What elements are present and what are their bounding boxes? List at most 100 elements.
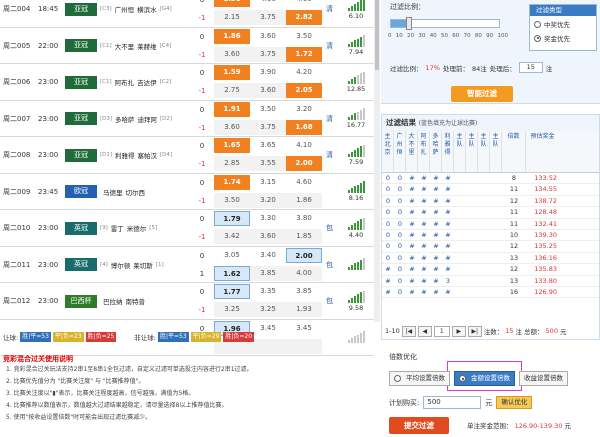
odds-cell[interactable]: 3.85 xyxy=(286,284,322,299)
odds-cell[interactable]: 1.68 xyxy=(286,119,322,135)
odds-cell[interactable]: 3.05 xyxy=(214,248,250,263)
odds-cell[interactable]: 2.00 xyxy=(286,247,322,263)
league-badge[interactable]: 亚冠 xyxy=(65,39,97,52)
odds-cell[interactable]: 1.86 xyxy=(286,192,322,208)
league-badge[interactable]: 英冠 xyxy=(65,258,97,271)
away-team[interactable]: 吉达伊 xyxy=(137,77,157,87)
prev-page-button[interactable]: ◀ xyxy=(417,325,432,337)
odds-cell[interactable]: 3.40 xyxy=(250,248,286,263)
odds-cell[interactable]: 3.75 xyxy=(250,46,286,62)
radio-selected-icon[interactable] xyxy=(534,34,541,42)
odds-cell[interactable]: 3.65 xyxy=(250,138,286,153)
after-count-input[interactable]: 15 xyxy=(518,62,543,73)
odds-cell[interactable]: 3.25 xyxy=(250,302,286,317)
type-option-bonus[interactable]: 奖金优先 xyxy=(530,32,596,44)
odds-cell[interactable]: 3.20 xyxy=(286,102,322,117)
pick-mark[interactable]: 包 xyxy=(326,247,336,283)
result-column-header[interactable]: 广州恒 xyxy=(394,131,406,172)
pick-mark[interactable]: 包 xyxy=(326,283,336,319)
odds-cell[interactable]: 2.00 xyxy=(286,156,322,171)
odds-cell[interactable]: 3.15 xyxy=(250,175,286,190)
odds-cell[interactable]: 4.60 xyxy=(286,175,322,190)
league-badge[interactable]: 巴西杯 xyxy=(65,294,97,308)
away-team[interactable]: 莱赫维 xyxy=(137,41,157,51)
home-team[interactable]: 利雅得 xyxy=(115,150,135,160)
odds-cell[interactable]: 2.82 xyxy=(286,10,322,25)
home-team[interactable]: 马德里 xyxy=(103,187,123,197)
odds-cell[interactable]: 1.65 xyxy=(214,138,250,153)
odds-cell[interactable]: 3.50 xyxy=(286,29,322,44)
pick-mark[interactable]: 清 xyxy=(326,101,336,137)
smart-filter-button[interactable]: 智能过滤 xyxy=(451,86,513,102)
home-team[interactable]: 广州恒 xyxy=(115,4,135,14)
pick-mark[interactable] xyxy=(326,64,336,100)
odds-cell[interactable]: 1.31 xyxy=(214,0,250,7)
result-column-header[interactable]: 预估奖金 xyxy=(526,131,559,172)
odds-cell[interactable]: 3.80 xyxy=(286,211,322,226)
result-column-header[interactable]: 大不里 xyxy=(406,131,418,172)
odds-cell[interactable]: 3.60 xyxy=(214,119,250,135)
submit-filter-button[interactable]: 提交过滤 xyxy=(389,417,449,434)
last-page-button[interactable]: ▶| xyxy=(467,325,482,337)
odds-cell[interactable]: 3.60 xyxy=(250,29,286,44)
odds-cell[interactable]: 3.75 xyxy=(250,10,286,25)
league-badge[interactable]: 亚冠 xyxy=(65,112,97,125)
confirm-optimize-button[interactable]: 确认优化 xyxy=(496,396,533,409)
league-badge[interactable]: 英冠 xyxy=(65,221,97,235)
radio-selected-icon[interactable] xyxy=(459,375,466,382)
odds-cell[interactable]: 1.59 xyxy=(214,65,250,80)
result-column-header[interactable]: 主队 xyxy=(454,131,466,172)
home-team[interactable]: 博尔顿 xyxy=(111,260,131,270)
odds-cell[interactable]: 3.90 xyxy=(250,65,286,80)
pick-mark[interactable]: 包 xyxy=(326,210,336,246)
ratio-slider[interactable] xyxy=(390,17,500,30)
odds-cell[interactable]: 1.62 xyxy=(214,265,250,281)
odds-cell[interactable]: 3.50 xyxy=(214,192,250,208)
odds-cell[interactable]: 3.30 xyxy=(250,211,286,226)
odds-cell[interactable]: 4.60 xyxy=(286,0,322,7)
odds-cell[interactable]: 2.15 xyxy=(214,10,250,25)
away-team[interactable]: 塞帕汉 xyxy=(138,150,158,160)
odds-cell[interactable]: 3.42 xyxy=(214,229,250,244)
tab-amount[interactable]: 金额设置倍数 xyxy=(454,371,515,386)
tab-profit[interactable]: 收益设置倍数 xyxy=(519,371,568,386)
result-column-header[interactable]: 主北京 xyxy=(382,131,394,172)
result-column-header[interactable]: 主队 xyxy=(490,131,502,172)
result-column-header[interactable]: 多哈萨 xyxy=(430,131,442,172)
odds-cell[interactable]: 1.93 xyxy=(286,302,322,317)
odds-cell[interactable]: 4.20 xyxy=(286,65,322,80)
odds-cell[interactable]: 3.60 xyxy=(214,46,250,62)
away-team[interactable]: 迪拜阿 xyxy=(138,114,158,124)
away-team[interactable]: 横滨水 xyxy=(137,4,157,14)
pick-mark[interactable]: 清 xyxy=(326,137,336,173)
odds-cell[interactable]: 4.60 xyxy=(250,0,286,7)
next-page-button[interactable]: ▶ xyxy=(451,325,466,337)
away-team[interactable]: 米德尔 xyxy=(127,223,147,233)
page-input[interactable]: 1 xyxy=(433,325,450,337)
result-column-header[interactable]: 主队 xyxy=(478,131,490,172)
odds-cell[interactable]: 1.74 xyxy=(214,174,250,190)
home-team[interactable]: 多哈萨 xyxy=(115,114,135,124)
scrollbar-thumb[interactable] xyxy=(375,0,379,70)
type-option-win[interactable]: 中奖优先 xyxy=(530,18,596,30)
odds-cell[interactable]: 4.00 xyxy=(286,265,322,281)
odds-cell[interactable]: 1.86 xyxy=(214,28,250,44)
tab-average[interactable]: 平均设置倍数 xyxy=(389,371,450,386)
result-column-header[interactable]: 利雅得 xyxy=(442,131,454,172)
odds-cell[interactable]: 4.10 xyxy=(286,138,322,153)
odds-cell[interactable]: 1.77 xyxy=(214,284,250,299)
odds-cell[interactable]: 3.60 xyxy=(250,229,286,244)
home-team[interactable]: 大不里 xyxy=(115,41,135,51)
league-badge[interactable]: 欧冠 xyxy=(65,185,97,198)
odds-cell[interactable]: 2.05 xyxy=(286,83,322,98)
odds-cell[interactable]: 3.85 xyxy=(250,265,286,281)
result-column-header[interactable]: 阿布扎 xyxy=(418,131,430,172)
league-badge[interactable]: 亚冠 xyxy=(65,148,97,162)
odds-cell[interactable]: 1.91 xyxy=(214,101,250,117)
pick-mark[interactable]: 清 xyxy=(326,0,336,27)
away-team[interactable]: 莱切斯 xyxy=(133,260,153,270)
league-badge[interactable]: 亚冠 xyxy=(65,2,97,16)
odds-cell[interactable]: 1.72 xyxy=(286,46,322,62)
odds-cell[interactable]: 3.25 xyxy=(214,302,250,317)
radio-icon[interactable] xyxy=(394,375,401,382)
